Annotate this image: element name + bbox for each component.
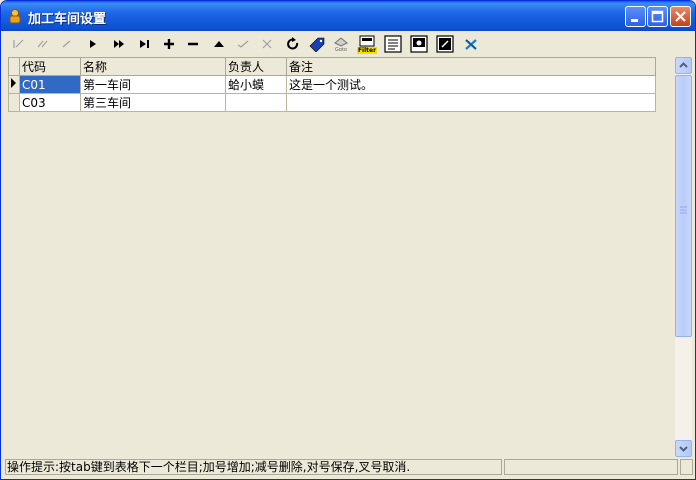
header-row: 代码 名称 负责人 备注 (8, 57, 656, 76)
close-icon (675, 11, 686, 22)
table-row[interactable]: C01 第一车间 蛤小蟆 这是一个测试。 (8, 75, 656, 94)
next-record-button[interactable] (83, 34, 103, 54)
close-button[interactable] (670, 6, 691, 27)
prior-icon (62, 40, 71, 48)
cell-name[interactable]: 第三车间 (80, 93, 226, 112)
exit-button[interactable] (461, 34, 481, 54)
export-icon (436, 35, 454, 53)
scroll-up-button[interactable] (675, 57, 692, 74)
status-panel-2 (504, 459, 678, 475)
cell-manager[interactable] (225, 93, 287, 112)
prior-record-button[interactable] (57, 34, 77, 54)
exit-icon (465, 39, 477, 50)
delete-button[interactable] (183, 34, 203, 54)
column-header-name[interactable]: 名称 (80, 57, 226, 76)
maximize-icon (651, 10, 664, 23)
grip-icon (680, 206, 687, 214)
cell-name[interactable]: 第一车间 (80, 75, 226, 94)
current-row-arrow-icon (11, 78, 16, 88)
insert-button[interactable] (159, 34, 179, 54)
scroll-down-button[interactable] (675, 440, 692, 457)
edit-button[interactable] (209, 34, 229, 54)
column-header-code[interactable]: 代码 (19, 57, 81, 76)
chevron-up-icon (679, 62, 688, 68)
workshop-table: 代码 名称 负责人 备注 C01 第一车间 蛤小蟆 这是一个测试。 C03 第三… (8, 57, 656, 112)
cell-note[interactable]: 这是一个测试。 (286, 75, 656, 94)
column-header-note[interactable]: 备注 (286, 57, 656, 76)
cell-code[interactable]: C01 (19, 75, 81, 94)
next-icon (90, 40, 96, 48)
plus-icon (164, 39, 174, 49)
filter-button[interactable]: Filter (356, 34, 378, 54)
first-record-button[interactable] (9, 34, 29, 54)
row-indicator (8, 93, 20, 112)
table-row[interactable]: C03 第三车间 (8, 93, 656, 112)
row-indicator (8, 75, 20, 94)
tag-icon (309, 37, 325, 52)
next-page-button[interactable] (109, 34, 129, 54)
scroll-thumb[interactable] (675, 75, 692, 337)
window-title: 加工车间设置 (28, 12, 107, 27)
refresh-icon (287, 37, 299, 50)
vertical-scrollbar[interactable] (675, 57, 692, 457)
report-icon (384, 35, 402, 53)
maximize-button[interactable] (647, 6, 668, 27)
goto-label: Goto (335, 46, 347, 53)
prior-page-button[interactable] (33, 34, 53, 54)
app-window: 加工车间设置 Goto Filter 代码 名称 负责人 备注 C01 第一车间… (0, 0, 696, 480)
minus-icon (188, 42, 198, 46)
goto-button[interactable]: Goto (331, 34, 351, 54)
cell-note[interactable] (286, 93, 656, 112)
preview-icon (410, 35, 428, 53)
app-icon (7, 8, 23, 24)
prior-page-icon (37, 40, 48, 48)
refresh-button[interactable] (283, 34, 303, 54)
column-header-manager[interactable]: 负责人 (225, 57, 287, 76)
chevron-down-icon (679, 446, 688, 452)
next-page-icon (114, 40, 124, 48)
cross-icon (262, 39, 272, 49)
minimize-icon (631, 19, 638, 22)
check-icon (237, 40, 249, 48)
bookmark-button[interactable] (307, 34, 327, 54)
up-triangle-icon (214, 41, 224, 47)
navigator-toolbar: Goto Filter (5, 32, 693, 56)
goto-icon (334, 36, 348, 47)
first-icon (13, 39, 24, 48)
status-bar: 操作提示:按tab键到表格下一个栏目;加号增加;减号删除,对号保存,叉号取消. (5, 459, 693, 477)
filter-icon (359, 35, 375, 46)
indicator-header (8, 57, 20, 76)
title-bar[interactable]: 加工车间设置 (1, 1, 695, 31)
report-button[interactable] (383, 34, 403, 54)
preview-button[interactable] (409, 34, 429, 54)
export-button[interactable] (435, 34, 455, 54)
filter-label: Filter (356, 46, 378, 54)
minimize-button[interactable] (625, 6, 646, 27)
last-icon (140, 40, 149, 48)
cell-manager[interactable]: 蛤小蟆 (225, 75, 287, 94)
status-panel-3 (680, 459, 693, 475)
cancel-button[interactable] (257, 34, 277, 54)
last-record-button[interactable] (135, 34, 155, 54)
post-button[interactable] (233, 34, 253, 54)
cell-code[interactable]: C03 (19, 93, 81, 112)
data-grid[interactable]: 代码 名称 负责人 备注 C01 第一车间 蛤小蟆 这是一个测试。 C03 第三… (5, 57, 675, 457)
status-hint: 操作提示:按tab键到表格下一个栏目;加号增加;减号删除,对号保存,叉号取消. (5, 459, 502, 475)
